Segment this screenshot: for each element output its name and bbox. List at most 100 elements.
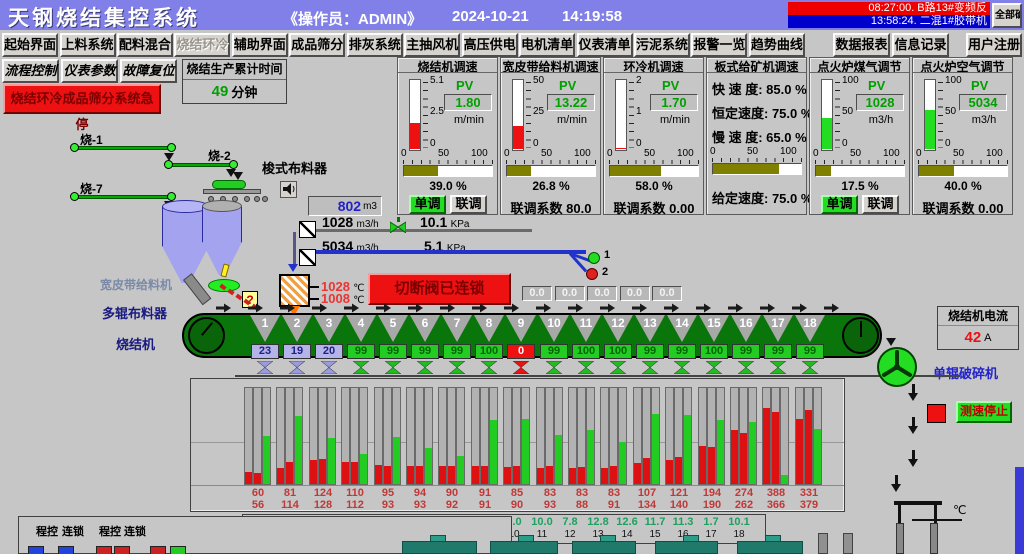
support-leg	[818, 533, 828, 554]
menu-tab-9[interactable]: 高压供电	[462, 33, 518, 57]
menu-tab-6[interactable]: 成品筛分	[289, 33, 345, 57]
menu-tab-8[interactable]: 主抽风机	[404, 33, 460, 57]
flow-control-button[interactable]: 流程控制	[2, 59, 59, 83]
bar-pressure	[555, 435, 562, 484]
prog-indicator-4[interactable]	[114, 546, 130, 554]
bar-temp1	[796, 419, 803, 484]
prog-indicator-3[interactable]	[96, 546, 112, 554]
linked-coeff-label: 联调系数 80.0	[501, 198, 601, 217]
furnace-line	[310, 286, 319, 288]
windbox-valve-icon-2	[289, 361, 305, 374]
scale-min: 0	[533, 138, 539, 149]
shuttle-platform	[203, 189, 261, 194]
material-drop-arrow	[912, 417, 915, 426]
prog-indicator-1[interactable]	[28, 546, 44, 554]
alarm-banner[interactable]: 08:27:00. B路13#变频反 13:58:24. 二混1#胶带机	[788, 2, 990, 28]
menu-tab-14[interactable]: 趋势曲线	[749, 33, 805, 57]
bar-pressure	[781, 475, 788, 484]
menu-tab-5[interactable]: 辅助界面	[232, 33, 288, 57]
scale-mid: 1	[636, 106, 642, 117]
thermometer-fill	[822, 118, 832, 149]
flow-arrow-icon	[504, 302, 520, 312]
emergency-stop-button[interactable]: 烧结环冷成品筛分系统急停	[3, 84, 161, 114]
chart-temp1-value: 194	[695, 487, 729, 499]
wide-belt-feeder-label: 宽皮带给料机	[100, 276, 172, 293]
speed-row-1: 快 速 度: 85.0 %	[712, 79, 807, 98]
windbox-number-8: 8	[479, 316, 499, 330]
prog-indicator-6[interactable]	[170, 546, 186, 554]
menu-tab-1[interactable]: 起始界面	[2, 33, 58, 57]
cutoff-valve-interlock-button[interactable]: 切断阀已连锁	[368, 273, 511, 305]
air-pipe	[300, 250, 586, 254]
scale-mid: 50	[945, 106, 956, 117]
linked-mode-button[interactable]: 联调	[862, 195, 899, 214]
windbox-number-3: 3	[319, 316, 339, 330]
ruler-50: 50	[953, 148, 964, 159]
pressure-value: 11.7	[640, 516, 670, 528]
bar-temp1	[439, 466, 446, 484]
menu-tab-13[interactable]: 报警一览	[691, 33, 747, 57]
chart-temp2-value: 114	[273, 499, 307, 511]
thermometer-ticks	[423, 82, 428, 148]
prog-indicator-2[interactable]	[58, 546, 74, 554]
windbox-number-4: 4	[351, 316, 371, 330]
flow-meter-icon	[299, 221, 316, 238]
prog-indicator-5[interactable]	[150, 546, 166, 554]
conveyor-pulley	[70, 143, 79, 152]
linked-mode-button[interactable]: 联调	[450, 195, 487, 214]
support-leg	[843, 533, 853, 554]
gas-pipe	[300, 229, 532, 232]
point-1-label: 1	[604, 249, 610, 261]
spare-value-box-5: 0.0	[652, 286, 682, 301]
shuttle-wheel	[254, 196, 260, 202]
windbox-valve-icon-3	[321, 361, 337, 374]
single-mode-button[interactable]: 单调	[821, 195, 858, 214]
gauge-title: 点火炉空气调节	[913, 58, 1012, 73]
flow-arrow-icon	[696, 302, 712, 312]
menu-tab-3[interactable]: 配料混合	[117, 33, 173, 57]
gauge-panel-2: 宽皮带给料机调速50250PV13.22m/min05010026.8 %联调系…	[500, 57, 601, 215]
prog-header-1: 程控	[36, 523, 58, 539]
bar-temp1	[407, 466, 414, 484]
bar-temp1	[245, 472, 252, 484]
menu-tab-2[interactable]: 上料系统	[60, 33, 116, 57]
instrument-params-button[interactable]: 仪表参数	[61, 59, 118, 83]
ack-all-button[interactable]: 全部确认	[992, 3, 1022, 28]
bar-temp1	[569, 468, 576, 484]
windbox-valve-icon-11	[578, 361, 594, 374]
menu-report-2[interactable]: 信息记录	[892, 33, 949, 57]
menu-tab-10[interactable]: 电机清单	[519, 33, 575, 57]
windbox-number-14: 14	[672, 316, 692, 330]
menu-tab-4[interactable]: 烧结环冷	[174, 33, 230, 57]
ruler-100: 100	[677, 148, 694, 159]
roll-distributor-label: 多辊布料器	[102, 303, 167, 322]
speed-stop-button[interactable]: 测速停止	[956, 401, 1012, 423]
windbox-number-9: 9	[511, 316, 531, 330]
chart-temp2-value: 112	[338, 499, 372, 511]
crusher-stop-indicator[interactable]	[927, 404, 946, 423]
menu-tab-12[interactable]: 污泥系统	[634, 33, 690, 57]
fault-reset-button[interactable]: 故障复位	[120, 59, 177, 83]
single-mode-button[interactable]: 单调	[409, 195, 446, 214]
thermometer-ticks	[526, 82, 531, 148]
bar-pressure	[457, 456, 464, 484]
menu-tab-7[interactable]: 排灰系统	[347, 33, 403, 57]
alarm-line-critical: 08:27:00. B路13#变频反	[788, 2, 990, 15]
windbox-valve-icon-9	[513, 361, 529, 374]
menu-user-register[interactable]: 用户注册	[966, 33, 1022, 57]
flow-arrow-icon	[376, 302, 392, 312]
menu-report-1[interactable]: 数据报表	[833, 33, 890, 57]
chart-temp2-value: 128	[306, 499, 340, 511]
scale-min: 0	[842, 138, 848, 149]
shuttle-wheel	[262, 196, 268, 202]
app-title: 天钢烧结集控系统	[8, 2, 200, 32]
bar-temp2	[805, 410, 812, 484]
conveyor-line-2	[168, 163, 234, 167]
production-timer-label: 烧结生产累计时间	[183, 60, 286, 80]
bar-temp1	[310, 460, 317, 484]
menu-tab-11[interactable]: 仪表清单	[577, 33, 633, 57]
gauge-panel-1: 烧结机调速5.12.50PV1.80m/min05010039.0 %单调联调	[397, 57, 498, 215]
scale-min: 0	[945, 138, 951, 149]
valve-base-line	[235, 375, 960, 377]
bar-temp1	[277, 468, 284, 484]
